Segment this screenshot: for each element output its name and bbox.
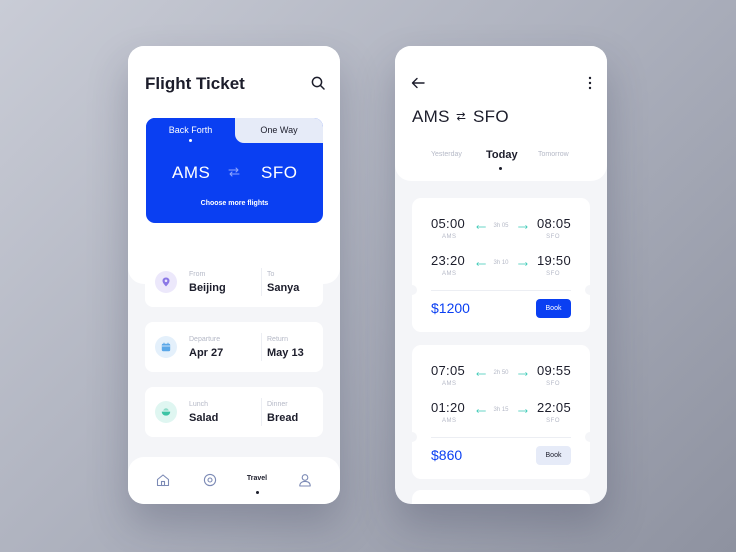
arrival-code: SFO — [546, 271, 560, 277]
arrival-time: 08:05 — [536, 216, 571, 231]
departure-code: AMS — [442, 234, 457, 240]
flight-leg: 23:20 AMS 3h 10 19:50 SFO — [412, 253, 590, 283]
lunch-value: Salad — [189, 412, 219, 424]
departure-code: AMS — [442, 271, 457, 277]
meal-card[interactable]: Lunch Salad Dinner Bread — [145, 387, 323, 437]
meal-icon — [161, 408, 171, 416]
return-value: May 13 — [267, 347, 304, 359]
departure-label: Departure — [189, 336, 221, 343]
ticket-card: Back Forth One Way AMS SFO Choose more f… — [146, 118, 323, 223]
card-divider — [431, 290, 571, 291]
arrival-time: 22:05 — [536, 400, 571, 415]
tab-selected-dot — [189, 139, 192, 142]
departure-code: AMS — [442, 418, 457, 424]
tab-today[interactable]: Today — [486, 149, 518, 161]
calendar-icon — [161, 342, 171, 352]
dinner-label: Dinner — [267, 401, 288, 408]
search-icon[interactable] — [311, 76, 325, 90]
results-header: AMS SFO Yesterday Today Tomorrow — [395, 46, 607, 181]
card-divider — [431, 437, 571, 438]
flight-duration: 3h 05 — [493, 223, 509, 229]
arrow-right-icon — [518, 372, 528, 376]
departure-time: 01:20 — [431, 400, 466, 415]
flight-card-partial[interactable] — [412, 490, 590, 504]
home-icon[interactable] — [156, 473, 170, 487]
departure-time: 07:05 — [431, 363, 466, 378]
page-title: Flight Ticket — [145, 74, 245, 93]
back-arrow-icon[interactable] — [411, 76, 425, 90]
dinner-value: Bread — [267, 412, 299, 424]
from-label: From — [189, 271, 206, 278]
flight-search-screen: Flight Ticket Back Forth One Way AMS SFO… — [128, 46, 340, 504]
origin-city[interactable]: AMS — [172, 163, 210, 183]
flight-card[interactable]: 05:00 AMS 3h 05 08:05 SFO 23:20 AMS 3h 1… — [407, 198, 595, 332]
user-icon[interactable] — [298, 473, 312, 487]
tab-back-forth-label: Back Forth — [168, 125, 213, 135]
departure-time: 05:00 — [431, 216, 466, 231]
arrival-time: 09:55 — [536, 363, 571, 378]
to-value: Sanya — [267, 282, 300, 294]
arrival-code: SFO — [546, 234, 560, 240]
flight-price: $1200 — [431, 300, 470, 316]
meal-badge — [155, 401, 177, 423]
nav-travel[interactable]: Travel — [239, 475, 275, 482]
tab-one-way[interactable]: One Way — [235, 118, 323, 143]
arrow-right-icon — [518, 262, 528, 266]
ticket-notch — [407, 432, 417, 442]
flight-duration: 3h 10 — [493, 260, 509, 266]
book-button[interactable]: Book — [536, 446, 571, 465]
compass-icon[interactable] — [203, 473, 217, 487]
flight-leg: 05:00 AMS 3h 05 08:05 SFO — [412, 216, 590, 246]
route-to: SFO — [473, 107, 509, 126]
flight-card[interactable]: 07:05 AMS 2h 50 09:55 SFO 01:20 AMS 3h 1… — [407, 345, 595, 479]
ticket-notch — [407, 285, 417, 295]
departure-time: 23:20 — [431, 253, 466, 268]
arrival-time: 19:50 — [536, 253, 571, 268]
location-pin-icon — [162, 277, 170, 287]
tab-tomorrow[interactable]: Tomorrow — [538, 151, 569, 158]
nav-selected-dot — [256, 491, 259, 494]
card-divider — [261, 268, 262, 296]
search-header: Flight Ticket Back Forth One Way AMS SFO… — [128, 46, 340, 284]
bottom-nav: Travel — [128, 457, 340, 504]
tab-one-way-label: One Way — [260, 125, 298, 135]
flight-leg: 01:20 AMS 3h 15 22:05 SFO — [412, 400, 590, 430]
to-label: To — [267, 271, 275, 278]
arrow-right-icon — [518, 409, 528, 413]
swap-icon — [456, 112, 466, 121]
location-badge — [155, 271, 177, 293]
tab-back-forth[interactable]: Back Forth — [146, 118, 235, 143]
card-divider — [261, 333, 262, 361]
flight-duration: 2h 50 — [493, 370, 509, 376]
calendar-badge — [155, 336, 177, 358]
day-selected-dot — [499, 167, 502, 170]
dates-card[interactable]: Departure Apr 27 Return May 13 — [145, 322, 323, 372]
flight-price: $860 — [431, 447, 463, 463]
flight-duration: 3h 15 — [493, 407, 509, 413]
route-card[interactable]: From Beijing To Sanya — [145, 257, 323, 307]
departure-value: Apr 27 — [189, 347, 224, 359]
destination-city[interactable]: SFO — [261, 163, 297, 183]
flight-results-screen: AMS SFO Yesterday Today Tomorrow 05:00 A… — [395, 46, 607, 504]
arrow-right-icon — [518, 225, 528, 229]
flight-leg: 07:05 AMS 2h 50 09:55 SFO — [412, 363, 590, 393]
swap-icon[interactable] — [228, 167, 240, 177]
departure-code: AMS — [442, 381, 457, 387]
route-from: AMS — [412, 107, 450, 126]
lunch-label: Lunch — [189, 401, 209, 408]
book-button[interactable]: Book — [536, 299, 571, 318]
arrival-code: SFO — [546, 381, 560, 387]
more-options-icon[interactable] — [587, 76, 593, 90]
arrival-code: SFO — [546, 418, 560, 424]
return-label: Return — [267, 336, 289, 343]
from-value: Beijing — [189, 282, 226, 294]
ticket-notch — [585, 432, 595, 442]
ticket-notch — [585, 285, 595, 295]
choose-more-flights-link[interactable]: Choose more flights — [146, 200, 323, 207]
card-divider — [261, 398, 262, 426]
tab-yesterday[interactable]: Yesterday — [431, 151, 462, 158]
